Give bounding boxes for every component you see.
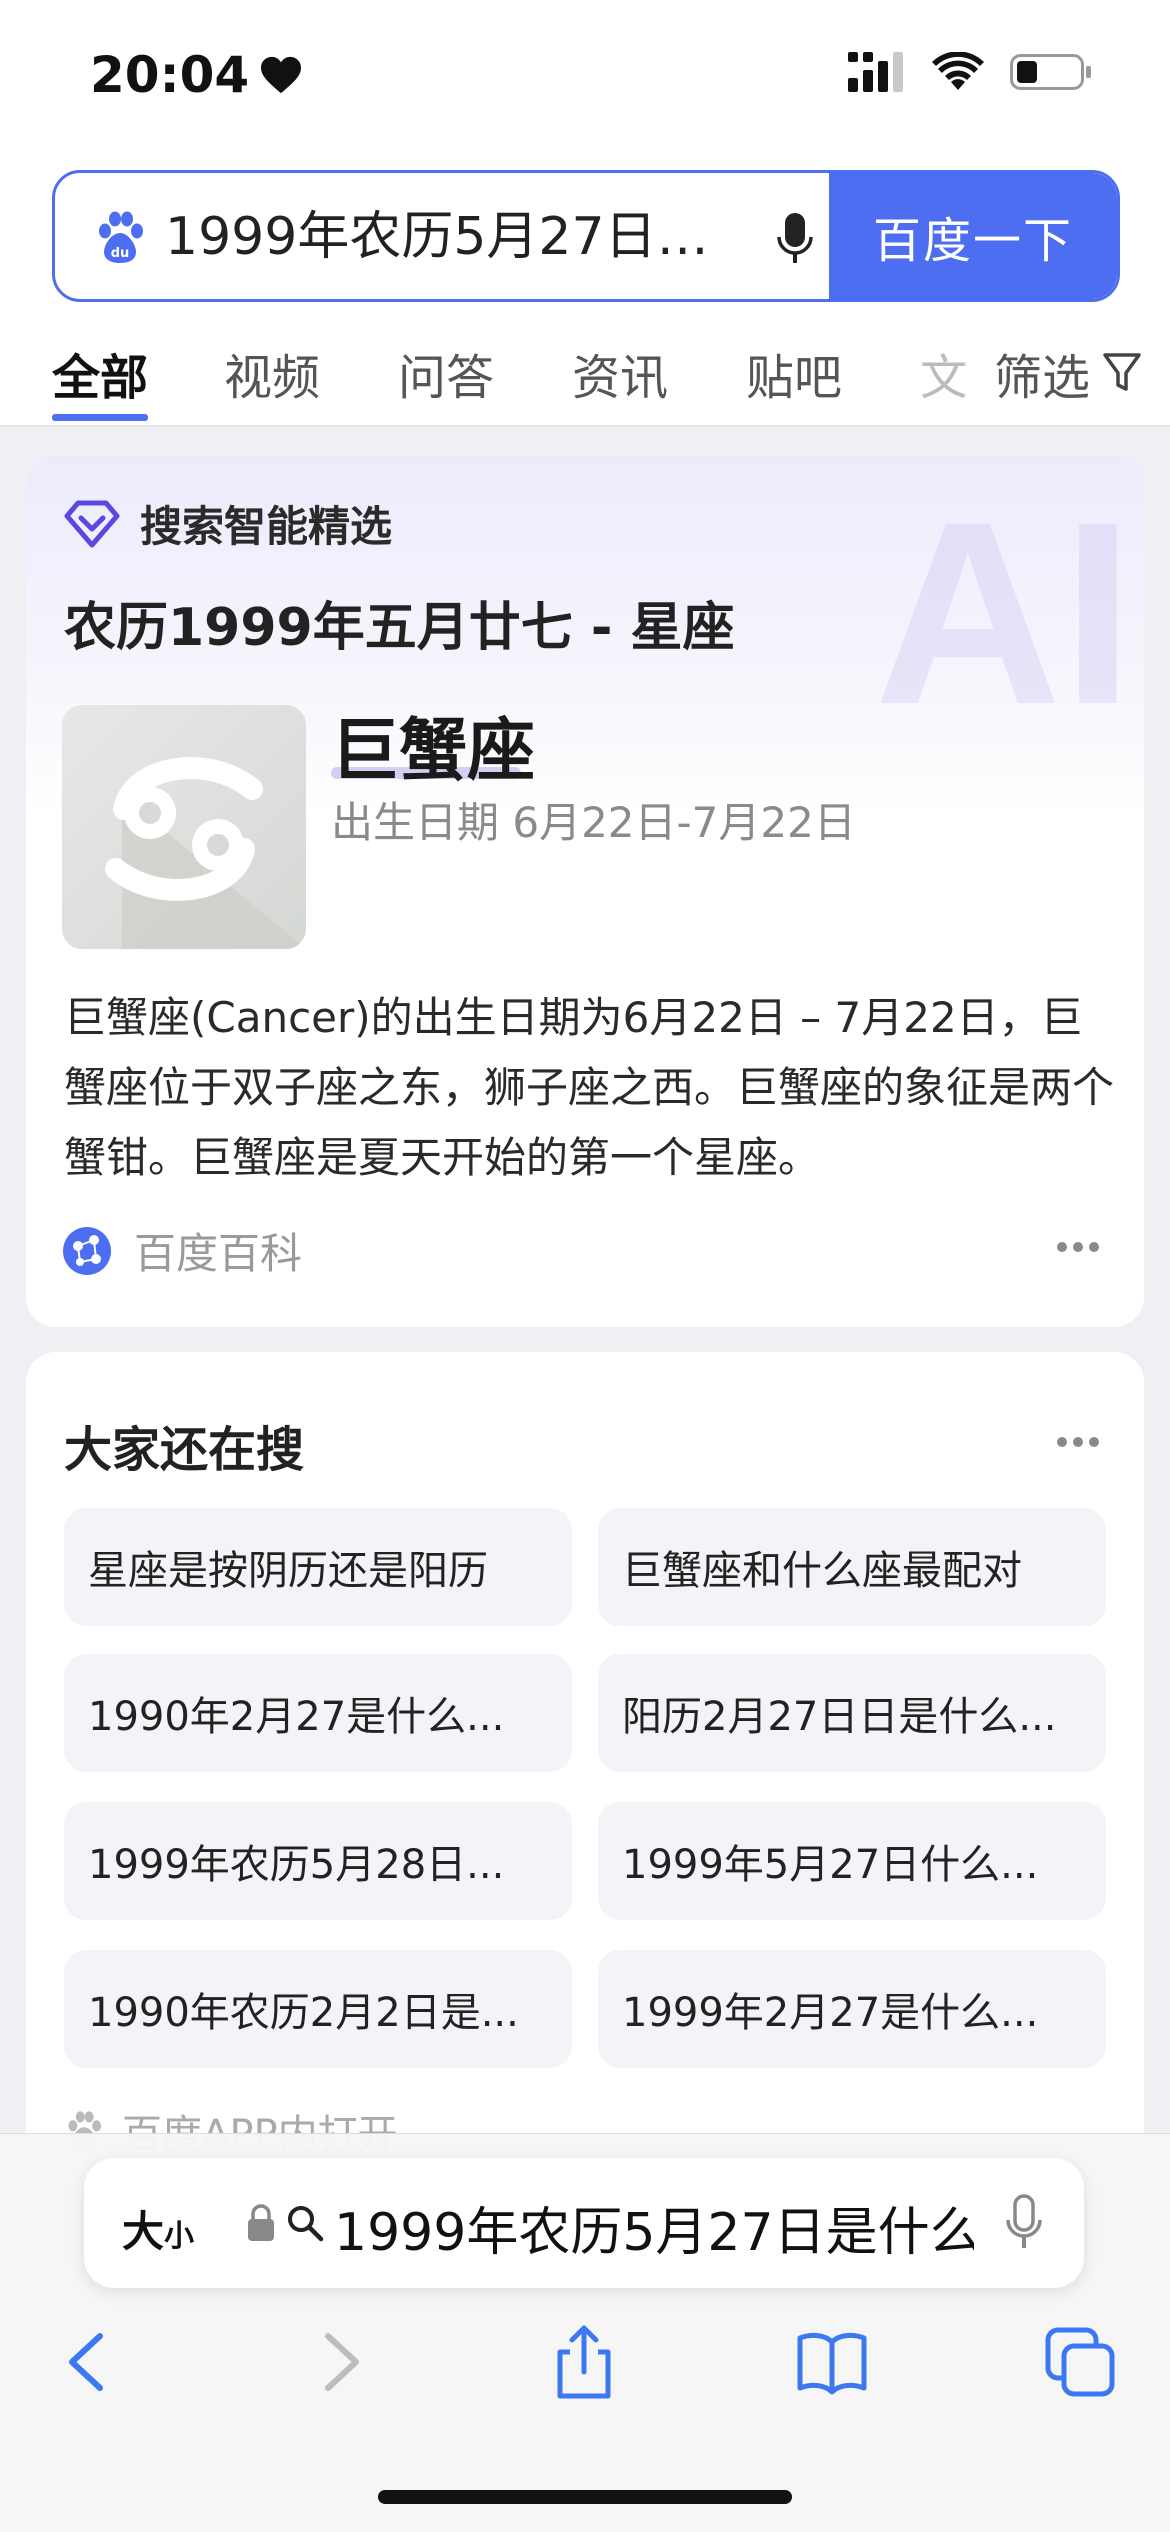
share-icon[interactable] [546, 2324, 622, 2400]
tab-news[interactable]: 资讯 [572, 338, 668, 408]
source-label: 百度百科 [134, 1229, 303, 1278]
related-searches-card: 大家还在搜 星座是按阴历还是阳历 巨蟹座和什么座最配对 1990年2月27是什么… [26, 1352, 1144, 2172]
funnel-icon [1103, 353, 1141, 391]
more-options-icon[interactable] [1056, 1436, 1100, 1448]
ai-card-title[interactable]: 农历1999年五月廿七 - 星座 [64, 585, 735, 660]
address-bar[interactable]: 大小 1999年农历5月27日是什么 [84, 2158, 1084, 2288]
baidu-paw-icon: du [99, 211, 143, 263]
zodiac-name[interactable]: 巨蟹座 [331, 695, 535, 794]
cancer-zodiac-image[interactable] [62, 705, 306, 949]
related-search-item[interactable]: 1999年2月27是什么... [598, 1950, 1106, 2068]
related-searches-title: 大家还在搜 [64, 1422, 305, 1478]
source-link[interactable]: 百度百科 [62, 1220, 302, 1281]
status-bar: 20:04 [0, 0, 1170, 150]
ai-badge: 搜索智能精选 [64, 493, 392, 554]
url-text[interactable]: 1999年农历5月27日是什么 [334, 2190, 974, 2265]
microphone-icon[interactable] [775, 211, 815, 267]
wifi-icon [932, 52, 984, 90]
filter-button[interactable]: 筛选 [963, 338, 1142, 408]
more-options-icon[interactable] [1056, 1241, 1100, 1253]
related-search-item[interactable]: 阳历2月27日日是什么... [598, 1654, 1106, 1772]
status-time: 20:04 [90, 46, 250, 104]
cellular-signal-icon [848, 52, 903, 92]
svg-text:du: du [111, 246, 130, 261]
search-input[interactable]: 1999年农历5月27日… [165, 199, 755, 275]
diamond-icon [64, 500, 120, 547]
home-indicator [378, 2490, 792, 2504]
related-search-item[interactable]: 星座是按阴历还是阳历 [64, 1508, 572, 1626]
lock-icon [248, 2204, 274, 2241]
text-size-small: 小 [164, 2219, 195, 2254]
forward-icon[interactable] [302, 2324, 378, 2400]
text-size-button[interactable]: 大小 [122, 2198, 194, 2259]
status-time-group: 20:04 [90, 46, 303, 104]
heart-icon [261, 56, 302, 94]
bookmarks-icon[interactable] [794, 2324, 870, 2400]
ai-card-body: 巨蟹座(Cancer)的出生日期为6月22日 – 7月22日，巨蟹座位于双子座之… [64, 993, 1115, 1182]
zodiac-date: 出生日期 6月22日-7月22日 [331, 798, 856, 847]
tab-wen[interactable]: 文 [920, 338, 968, 408]
browser-toolbar: 大小 1999年农历5月27日是什么 [0, 2133, 1170, 2532]
search-button[interactable]: 百度一下 [829, 173, 1117, 299]
active-tab-indicator [52, 414, 148, 421]
ai-badge-label: 搜索智能精选 [140, 502, 393, 551]
search-tabs: 全部 视频 问答 资讯 贴吧 文 筛选 [0, 328, 1170, 425]
ai-watermark: AI [874, 469, 1134, 759]
tab-qa[interactable]: 问答 [398, 338, 494, 408]
related-search-item[interactable]: 1990年2月27是什么... [64, 1654, 572, 1772]
battery-icon [1010, 54, 1091, 90]
related-search-item[interactable]: 1999年5月27日什么... [598, 1802, 1106, 1920]
tab-tieba[interactable]: 贴吧 [746, 338, 842, 408]
search-header: du 1999年农历5月27日… 百度一下 全部 视频 问答 资讯 贴吧 文 筛… [0, 150, 1170, 427]
text-size-big: 大 [122, 2207, 165, 2256]
tabs-icon[interactable] [1042, 2324, 1118, 2400]
baike-icon [63, 1226, 111, 1275]
tab-all[interactable]: 全部 [52, 338, 148, 408]
search-box[interactable]: du 1999年农历5月27日… 百度一下 [52, 170, 1120, 302]
microphone-icon[interactable] [1004, 2194, 1044, 2252]
search-icon [288, 2206, 324, 2242]
related-search-item[interactable]: 巨蟹座和什么座最配对 [598, 1508, 1106, 1626]
cancer-symbol-icon [105, 757, 306, 949]
tab-video[interactable]: 视频 [224, 338, 320, 408]
related-search-item[interactable]: 1990年农历2月2日是... [64, 1950, 572, 2068]
filter-label: 筛选 [993, 350, 1090, 406]
back-icon[interactable] [50, 2324, 126, 2400]
status-indicators [848, 52, 1092, 92]
ai-answer-card: AI 搜索智能精选 农历1999年五月廿七 - 星座 巨蟹座 出生日期 6月22… [26, 455, 1144, 1327]
related-search-item[interactable]: 1999年农历5月28日... [64, 1802, 572, 1920]
